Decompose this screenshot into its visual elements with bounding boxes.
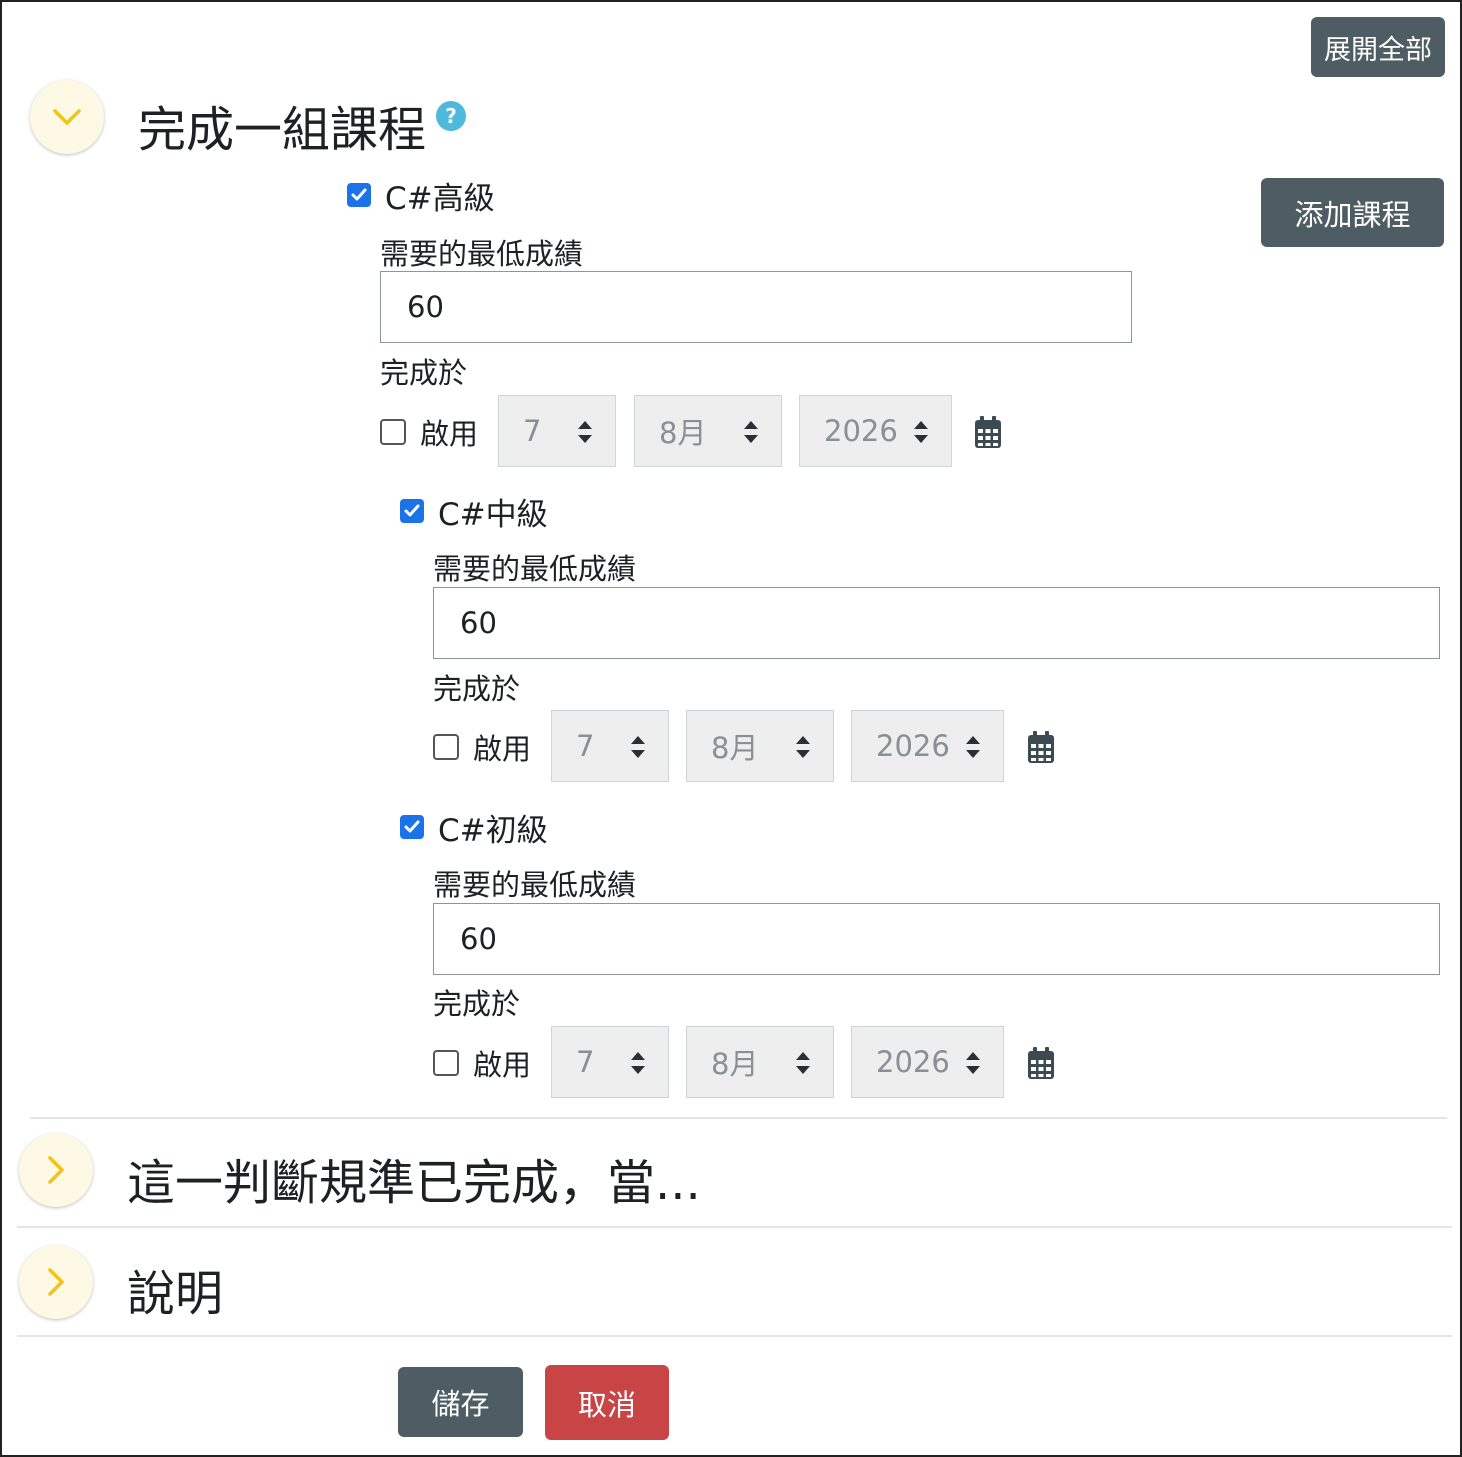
day-select[interactable]: 7 <box>551 1026 669 1098</box>
day-value: 7 <box>523 414 542 448</box>
course-item: C#初級 需要的最低成績 60 完成於 啟用 7 8月 2026 <box>400 810 1445 1110</box>
enable-date-row[interactable]: 啟用 <box>433 1046 531 1082</box>
month-select[interactable]: 8月 <box>686 1026 834 1098</box>
section-title-description[interactable]: 說明 <box>127 1254 223 1324</box>
course-name: C#初級 <box>438 812 548 849</box>
completed-on-label: 完成於 <box>433 987 521 1021</box>
month-value: 8月 <box>659 416 707 450</box>
enable-date-row[interactable]: 啟用 <box>380 415 478 451</box>
chevron-right-icon <box>48 1156 64 1184</box>
year-value: 2026 <box>876 729 950 763</box>
select-arrows-icon <box>631 1052 645 1074</box>
section-divider <box>17 1335 1452 1337</box>
select-arrows-icon <box>796 736 810 758</box>
month-value: 8月 <box>711 1047 759 1081</box>
form-frame: 展開全部 完成一組課程 ? 添加課程 C#高級 需要的最低成績 60 完成於 啟… <box>0 0 1462 1457</box>
section-title-course-set[interactable]: 完成一組課程 <box>138 90 426 160</box>
day-select[interactable]: 7 <box>551 710 669 782</box>
calendar-icon[interactable] <box>974 415 1002 449</box>
min-grade-label: 需要的最低成績 <box>380 237 584 271</box>
select-arrows-icon <box>966 1052 980 1074</box>
chevron-down-icon <box>53 109 81 125</box>
select-arrows-icon <box>631 736 645 758</box>
select-arrows-icon <box>578 421 592 443</box>
course-checkbox[interactable] <box>400 815 424 839</box>
min-grade-input[interactable]: 60 <box>433 587 1440 659</box>
select-arrows-icon <box>966 736 980 758</box>
min-grade-label: 需要的最低成績 <box>433 552 637 586</box>
enable-date-checkbox[interactable] <box>433 1050 459 1076</box>
course-checkbox[interactable] <box>347 183 371 207</box>
course-checkbox-row[interactable]: C#中級 <box>400 494 548 533</box>
calendar-icon[interactable] <box>1027 1046 1055 1080</box>
completed-on-label: 完成於 <box>380 356 468 390</box>
check-icon <box>404 820 420 833</box>
day-value: 7 <box>576 1045 595 1079</box>
select-arrows-icon <box>914 421 928 443</box>
year-select[interactable]: 2026 <box>851 710 1004 782</box>
course-checkbox-row[interactable]: C#高級 <box>347 178 495 217</box>
check-icon <box>351 188 367 201</box>
select-arrows-icon <box>744 421 758 443</box>
section-toggle-collapsed[interactable] <box>19 1245 93 1319</box>
day-value: 7 <box>576 729 595 763</box>
save-button[interactable]: 儲存 <box>398 1367 523 1437</box>
min-grade-label: 需要的最低成績 <box>433 868 637 902</box>
enable-date-checkbox[interactable] <box>433 734 459 760</box>
expand-all-button[interactable]: 展開全部 <box>1311 17 1445 77</box>
month-value: 8月 <box>711 731 759 765</box>
year-select[interactable]: 2026 <box>851 1026 1004 1098</box>
section-toggle-expanded[interactable] <box>30 80 104 154</box>
section-title-criteria-complete[interactable]: 這一判斷規準已完成，當... <box>127 1143 701 1213</box>
chevron-right-icon <box>48 1268 64 1296</box>
section-divider <box>30 1117 1447 1119</box>
select-arrows-icon <box>796 1052 810 1074</box>
completed-on-label: 完成於 <box>433 672 521 706</box>
course-item: C#高級 需要的最低成績 60 完成於 啟用 7 8月 2026 <box>347 178 1147 478</box>
course-item: C#中級 需要的最低成績 60 完成於 啟用 7 8月 2026 <box>400 494 1445 794</box>
section-divider <box>17 1226 1452 1228</box>
enable-label: 啟用 <box>473 1048 532 1082</box>
course-checkbox-row[interactable]: C#初級 <box>400 810 548 849</box>
month-select[interactable]: 8月 <box>686 710 834 782</box>
section-toggle-collapsed[interactable] <box>19 1133 93 1207</box>
course-checkbox[interactable] <box>400 499 424 523</box>
calendar-icon[interactable] <box>1027 730 1055 764</box>
year-select[interactable]: 2026 <box>799 395 952 467</box>
year-value: 2026 <box>824 414 898 448</box>
cancel-button[interactable]: 取消 <box>545 1365 669 1440</box>
day-select[interactable]: 7 <box>498 395 616 467</box>
year-value: 2026 <box>876 1045 950 1079</box>
add-course-button[interactable]: 添加課程 <box>1261 178 1444 247</box>
enable-label: 啟用 <box>420 417 479 451</box>
month-select[interactable]: 8月 <box>634 395 782 467</box>
question-circle-icon[interactable]: ? <box>436 101 466 131</box>
min-grade-input[interactable]: 60 <box>433 903 1440 975</box>
enable-date-checkbox[interactable] <box>380 419 406 445</box>
min-grade-input[interactable]: 60 <box>380 271 1132 343</box>
enable-label: 啟用 <box>473 732 532 766</box>
course-name: C#中級 <box>438 496 548 533</box>
course-name: C#高級 <box>385 180 495 217</box>
check-icon <box>404 504 420 517</box>
enable-date-row[interactable]: 啟用 <box>433 730 531 766</box>
